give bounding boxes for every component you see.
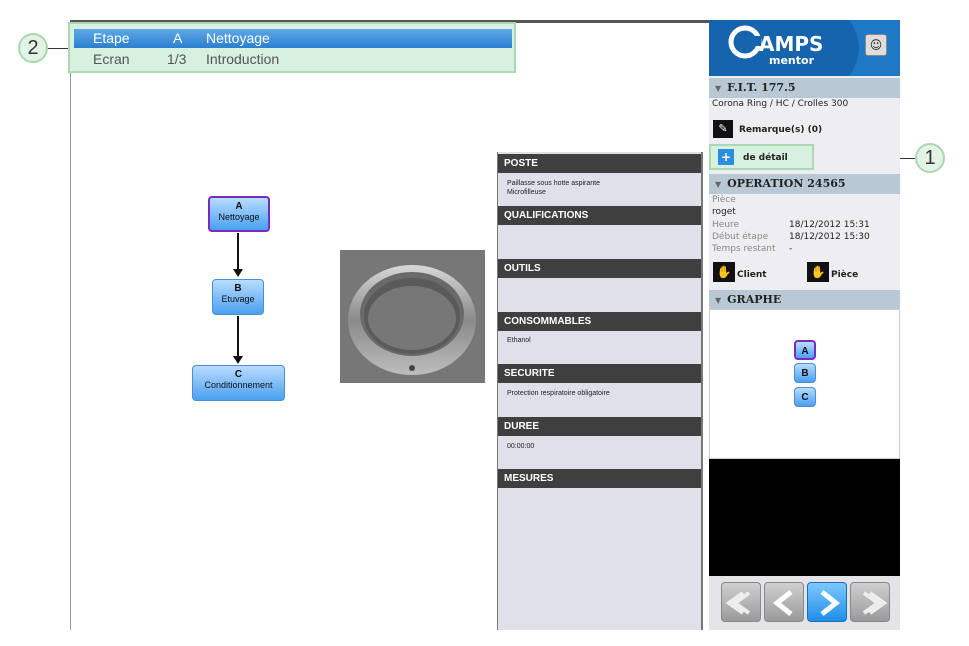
flow-node-a[interactable]: A Nettoyage xyxy=(208,196,270,232)
step-name: Nettoyage xyxy=(206,30,270,46)
next-button[interactable] xyxy=(807,582,847,622)
client-label: Client xyxy=(737,270,767,280)
hand-icon: ✋ xyxy=(807,262,829,282)
piece-value: roget xyxy=(712,207,736,217)
graph-node-a[interactable]: A xyxy=(794,340,816,360)
plus-icon: + xyxy=(718,149,734,165)
graph-node-letter: A xyxy=(801,346,809,357)
section-header-consommables[interactable]: CONSOMMABLES xyxy=(498,312,701,331)
hand-icon: ✋ xyxy=(713,262,735,282)
callout-2-line xyxy=(48,48,68,49)
fit-subtitle: Corona Ring / HC / Crolles 300 xyxy=(712,99,849,109)
nav-bar xyxy=(709,576,900,630)
section-value-duree: 00:00:00 xyxy=(507,443,535,450)
operation-title: OPERATION 24565 xyxy=(727,177,846,190)
step-header: Etape A Nettoyage Ecran 1/3 Introduction xyxy=(68,22,516,73)
flow-node-name: Nettoyage xyxy=(218,212,260,222)
flow-arrow xyxy=(237,233,239,269)
section-value-poste: Paillasse sous hotte aspirante Microfill… xyxy=(507,180,600,196)
graph-node-letter: B xyxy=(801,368,809,379)
arrow-left-icon xyxy=(772,590,793,616)
section-header-qualifications[interactable]: QUALIFICATIONS xyxy=(498,206,701,225)
graphe-band[interactable]: ▼ GRAPHE xyxy=(709,290,900,310)
graph-node-b[interactable]: B xyxy=(794,363,816,383)
flow-node-b[interactable]: B Etuvage xyxy=(212,279,264,315)
section-header-securite[interactable]: SECURITE xyxy=(498,364,701,383)
graph-node-letter: C xyxy=(801,392,809,403)
screen-row[interactable]: Ecran 1/3 Introduction xyxy=(74,50,512,69)
flow-node-name: Etuvage xyxy=(221,294,255,304)
section-header-mesures[interactable]: MESURES xyxy=(498,469,701,488)
graph-area: A B C xyxy=(709,309,900,459)
step-code: A xyxy=(173,30,183,46)
section-value-consommables: Ethanol xyxy=(507,337,531,344)
screen-name: Introduction xyxy=(206,51,280,67)
graphe-title: GRAPHE xyxy=(727,293,782,306)
last-button[interactable] xyxy=(850,582,890,622)
part-photo xyxy=(340,250,485,383)
heure-label: Heure xyxy=(712,220,740,230)
debut-value: 18/12/2012 15:30 xyxy=(789,232,870,242)
piece-label: Pièce xyxy=(712,195,736,205)
arrow-right-icon xyxy=(820,590,841,616)
temps-label: Temps restant xyxy=(712,244,776,254)
info-panel: POSTE Paillasse sous hotte aspirante Mic… xyxy=(497,152,703,630)
section-header-poste[interactable]: POSTE xyxy=(498,154,701,173)
step-label: Etape xyxy=(93,30,130,46)
flow-arrow-head xyxy=(233,356,243,364)
detail-label: de détail xyxy=(743,153,788,163)
temps-value: - xyxy=(789,244,793,254)
previous-button[interactable] xyxy=(764,582,804,622)
screen-code: 1/3 xyxy=(167,51,187,67)
logo-bar: AMPS mentor ☺ xyxy=(709,20,900,76)
chevron-down-icon: ▼ xyxy=(715,295,722,305)
piece-button-label: Pièce xyxy=(831,270,859,280)
arrow-first-icon xyxy=(725,591,751,615)
flow-arrow xyxy=(237,316,239,356)
client-button[interactable]: ✋ Client xyxy=(713,262,783,284)
callout-1: 1 xyxy=(915,143,945,173)
remarks-button[interactable]: ✎ Remarque(s) (0) xyxy=(713,120,833,140)
fit-band[interactable]: ▼ F.I.T. 177.5 xyxy=(709,78,900,98)
app-frame-left xyxy=(70,20,71,630)
flow-node-letter: B xyxy=(234,283,242,294)
logo-main-text: AMPS xyxy=(759,32,823,56)
screen-label: Ecran xyxy=(93,51,130,67)
flow-node-letter: A xyxy=(235,201,243,212)
arrow-last-icon xyxy=(862,591,888,615)
heure-value: 18/12/2012 15:31 xyxy=(789,220,870,230)
callout-2: 2 xyxy=(18,33,48,63)
piece-button[interactable]: ✋ Pièce xyxy=(807,262,877,284)
sidebar: AMPS mentor ☺ ▼ F.I.T. 177.5 Corona Ring … xyxy=(709,20,900,630)
section-value-securite: Protection respiratoire obligatoire xyxy=(507,390,610,397)
settings-icon[interactable]: ☺ xyxy=(865,34,887,56)
flow-node-letter: C xyxy=(234,369,243,380)
chevron-down-icon: ▼ xyxy=(715,179,722,189)
section-header-outils[interactable]: OUTILS xyxy=(498,259,701,278)
video-area xyxy=(709,459,900,576)
flow-node-name: Conditionnement xyxy=(204,380,273,390)
first-button[interactable] xyxy=(721,582,761,622)
detail-button[interactable]: + de détail xyxy=(709,144,814,170)
operation-band[interactable]: ▼ OPERATION 24565 xyxy=(709,174,900,194)
remarks-label: Remarque(s) (0) xyxy=(739,125,823,135)
step-row[interactable]: Etape A Nettoyage xyxy=(74,29,512,48)
logo-sub-text: mentor xyxy=(769,54,815,67)
graph-node-c[interactable]: C xyxy=(794,387,816,407)
pencil-icon: ✎ xyxy=(713,120,733,138)
chevron-down-icon: ▼ xyxy=(715,83,722,93)
debut-label: Début étape xyxy=(712,232,769,242)
section-header-duree[interactable]: DUREE xyxy=(498,417,701,436)
flow-node-c[interactable]: C Conditionnement xyxy=(192,365,285,401)
fit-title: F.I.T. 177.5 xyxy=(727,81,796,94)
flow-arrow-head xyxy=(233,269,243,277)
